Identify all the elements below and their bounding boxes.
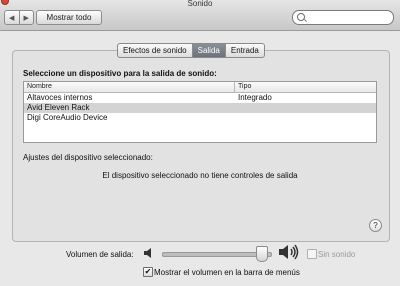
tab-bar: Efectos de sonido Salida Entrada bbox=[117, 43, 265, 58]
forward-arrow-icon: ▶ bbox=[23, 14, 29, 22]
forward-button[interactable]: ▶ bbox=[18, 11, 34, 24]
nav-button-group: ◀ ▶ bbox=[4, 10, 34, 25]
table-row[interactable]: Avid Eleven Rack bbox=[24, 103, 376, 113]
search-icon bbox=[297, 13, 305, 21]
output-panel bbox=[12, 50, 390, 242]
volume-slider-knob[interactable] bbox=[256, 246, 269, 262]
speaker-low-icon bbox=[144, 248, 151, 258]
mute-label: Sin sonido bbox=[318, 250, 356, 259]
device-name: Avid Eleven Rack bbox=[27, 103, 90, 112]
back-button[interactable]: ◀ bbox=[5, 11, 19, 24]
show-all-button[interactable]: Mostrar todo bbox=[36, 10, 102, 25]
device-name: Altavoces internos bbox=[27, 93, 93, 102]
device-name: Digi CoreAudio Device bbox=[27, 113, 108, 122]
device-table: Nombre Tipo Altavoces internos Integrado… bbox=[23, 81, 377, 143]
show-volume-menubar-checkbox[interactable]: ✔ bbox=[143, 267, 153, 277]
table-header: Nombre Tipo bbox=[24, 82, 376, 93]
column-header-name[interactable]: Nombre bbox=[24, 82, 235, 92]
no-controls-message: El dispositivo seleccionado no tiene con… bbox=[102, 171, 298, 180]
table-row[interactable]: Altavoces internos Integrado bbox=[24, 93, 376, 103]
tab-output[interactable]: Salida bbox=[191, 44, 225, 57]
search-input[interactable] bbox=[292, 10, 394, 25]
device-type bbox=[234, 113, 238, 123]
device-settings-label: Ajustes del dispositivo seleccionado: bbox=[23, 153, 153, 162]
table-row[interactable]: Digi CoreAudio Device bbox=[24, 113, 376, 123]
help-button[interactable]: ? bbox=[369, 219, 382, 232]
mute-checkbox[interactable] bbox=[307, 249, 317, 259]
tab-sound-effects[interactable]: Efectos de sonido bbox=[118, 44, 192, 57]
window-title: Sonido bbox=[187, 0, 213, 8]
tab-input[interactable]: Entrada bbox=[224, 44, 264, 57]
back-arrow-icon: ◀ bbox=[9, 14, 15, 22]
device-type bbox=[234, 103, 238, 113]
title-bar: Sonido ◀ ▶ Mostrar todo bbox=[0, 0, 400, 31]
output-device-heading: Seleccione un dispositivo para la salida… bbox=[23, 69, 217, 78]
column-header-type[interactable]: Tipo bbox=[235, 82, 251, 92]
speaker-high-icon bbox=[279, 244, 299, 260]
device-type: Integrado bbox=[238, 93, 272, 102]
help-icon: ? bbox=[373, 221, 378, 230]
show-volume-menubar-label: Mostrar el volumen en la barra de menús bbox=[154, 268, 300, 277]
checkmark-icon: ✔ bbox=[144, 267, 152, 276]
output-volume-label: Volumen de salida: bbox=[66, 250, 134, 259]
